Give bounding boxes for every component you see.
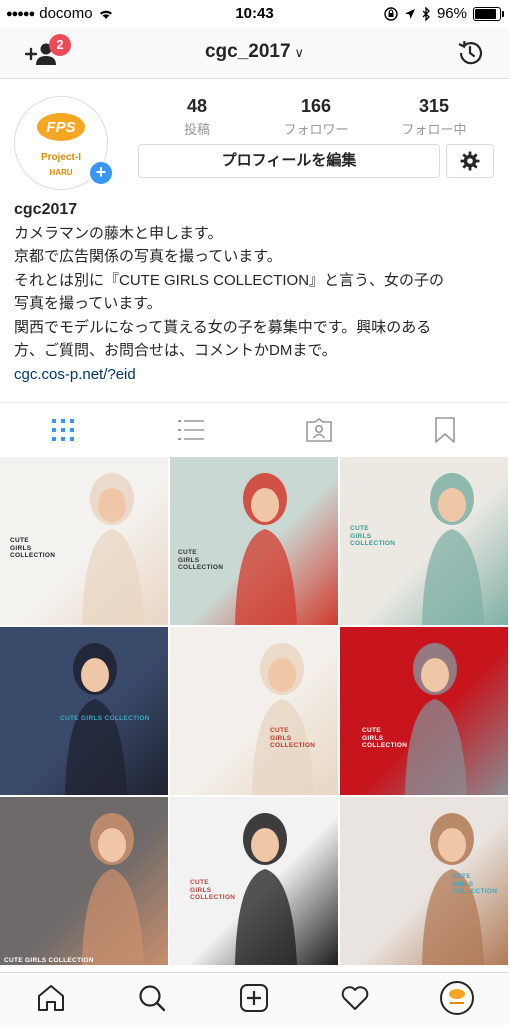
posts-label: 投稿 (183, 122, 210, 137)
battery-icon (473, 6, 504, 21)
bio-line: カメラマンの藤木と申します。 (14, 224, 223, 242)
top-nav-bar: 2 cgc_2017 ∨ (0, 28, 509, 79)
archive-button[interactable] (455, 38, 485, 73)
settings-button[interactable] (446, 144, 494, 178)
tab-grid[interactable] (50, 417, 76, 443)
home-icon (38, 985, 64, 1011)
battery-percent: 96% (436, 5, 467, 22)
followers-count: 166 (300, 96, 332, 116)
tab-tagged[interactable] (305, 417, 332, 443)
photo-figure (235, 473, 297, 625)
profile-bio: cgc2017 カメラマンの藤木と申します。 京都で広告関係の写真を撮っています… (14, 198, 494, 386)
chevron-down-icon: ∨ (294, 45, 305, 60)
post-thumbnail[interactable]: CUTE GIRLS COLLECTION (0, 797, 168, 965)
following-label: フォロー中 (401, 122, 467, 137)
post-caption-overlay: CUTE GIRLS COLLECTION (4, 957, 94, 964)
profile-display-name: cgc2017 (14, 201, 78, 218)
status-bar: ●●●●● docomo 10:43 96% (0, 0, 509, 28)
history-icon (458, 40, 483, 65)
post-caption-overlay: CUTE GIRLS COLLECTION (270, 727, 316, 749)
post-caption-overlay: CUTE GIRLS COLLECTION (60, 715, 150, 722)
avatar-fps-text: FPS (46, 119, 75, 136)
post-thumbnail[interactable]: CUTE GIRLS COLLECTION (340, 457, 508, 625)
bottom-tab-bar (0, 972, 509, 1025)
post-caption-overlay: CUTE GIRLS COLLECTION (190, 879, 236, 901)
followers-label: フォロワー (283, 122, 349, 137)
tab-new-post[interactable] (239, 983, 269, 1013)
photo-figure (252, 643, 314, 795)
rotation-lock-icon (384, 6, 398, 21)
posts-count: 48 (186, 96, 208, 116)
bio-line: 方、ご質問、お問合せは、コメントかDMまで。 (14, 342, 337, 359)
tab-list[interactable] (178, 417, 204, 443)
tab-home[interactable] (36, 983, 66, 1013)
post-caption-overlay: CUTE GIRLS COLLECTION (350, 525, 396, 547)
post-thumbnail[interactable]: CUTE GIRLS COLLECTION (170, 457, 338, 625)
bio-website-link[interactable]: cgc.cos-p.net/?eid (14, 363, 494, 387)
gear-icon (460, 151, 480, 171)
bio-line: 京都で広告関係の写真を撮っています。 (14, 248, 282, 265)
tab-profile[interactable] (440, 981, 474, 1015)
avatar-haru-text: HARU (49, 168, 72, 177)
location-icon (404, 8, 415, 19)
tab-saved[interactable] (432, 417, 458, 443)
list-icon (178, 420, 204, 440)
bio-line: 写真を撮っています。 (14, 295, 162, 312)
photo-figure (65, 643, 127, 795)
bio-line: それとは別に『CUTE GIRLS COLLECTION』と言う、女の子の (14, 271, 445, 289)
tagged-icon (306, 418, 332, 442)
post-caption-overlay: CUTE GIRLS COLLECTION (362, 727, 408, 749)
bio-line: 関西でモデルになって貰える女の子を募集中です。興味のある (14, 318, 432, 336)
post-thumbnail[interactable]: CUTE GIRLS COLLECTION (0, 627, 168, 795)
post-thumbnail[interactable]: CUTE GIRLS COLLECTION (170, 797, 338, 965)
post-caption-overlay: CUTE GIRLS COLLECTION (452, 873, 498, 895)
avatar-project-text: Project-I (41, 152, 81, 163)
post-caption-overlay: CUTE GIRLS COLLECTION (178, 549, 224, 571)
profile-tab-icon (444, 985, 470, 1011)
username-switcher[interactable]: cgc_2017 ∨ (0, 41, 509, 63)
bookmark-icon (435, 417, 455, 443)
photo-figure (405, 643, 467, 795)
photo-figure (82, 813, 144, 965)
add-story-button[interactable]: + (88, 160, 114, 186)
add-post-icon (240, 984, 268, 1012)
search-icon (139, 985, 166, 1012)
post-thumbnail[interactable]: CUTE GIRLS COLLECTION (170, 627, 338, 795)
bluetooth-icon (422, 6, 430, 21)
tab-search[interactable] (137, 983, 167, 1013)
posts-stat[interactable]: 48 投稿 (147, 96, 247, 138)
post-thumbnail[interactable]: CUTE GIRLS COLLECTION (340, 797, 508, 965)
tab-activity[interactable] (340, 983, 370, 1013)
activity-icon (341, 986, 369, 1010)
followers-stat[interactable]: 166 フォロワー (266, 96, 366, 138)
following-count: 315 (418, 96, 450, 116)
nav-username: cgc_2017 (204, 41, 291, 62)
post-thumbnail[interactable]: CUTE GIRLS COLLECTION (0, 457, 168, 625)
post-thumbnail[interactable]: CUTE GIRLS COLLECTION (340, 627, 508, 795)
grid-icon (52, 419, 74, 441)
edit-profile-button[interactable]: プロフィールを編集 (138, 144, 440, 178)
profile-view-tabs (0, 402, 509, 458)
post-caption-overlay: CUTE GIRLS COLLECTION (10, 537, 56, 559)
following-stat[interactable]: 315 フォロー中 (384, 96, 484, 138)
